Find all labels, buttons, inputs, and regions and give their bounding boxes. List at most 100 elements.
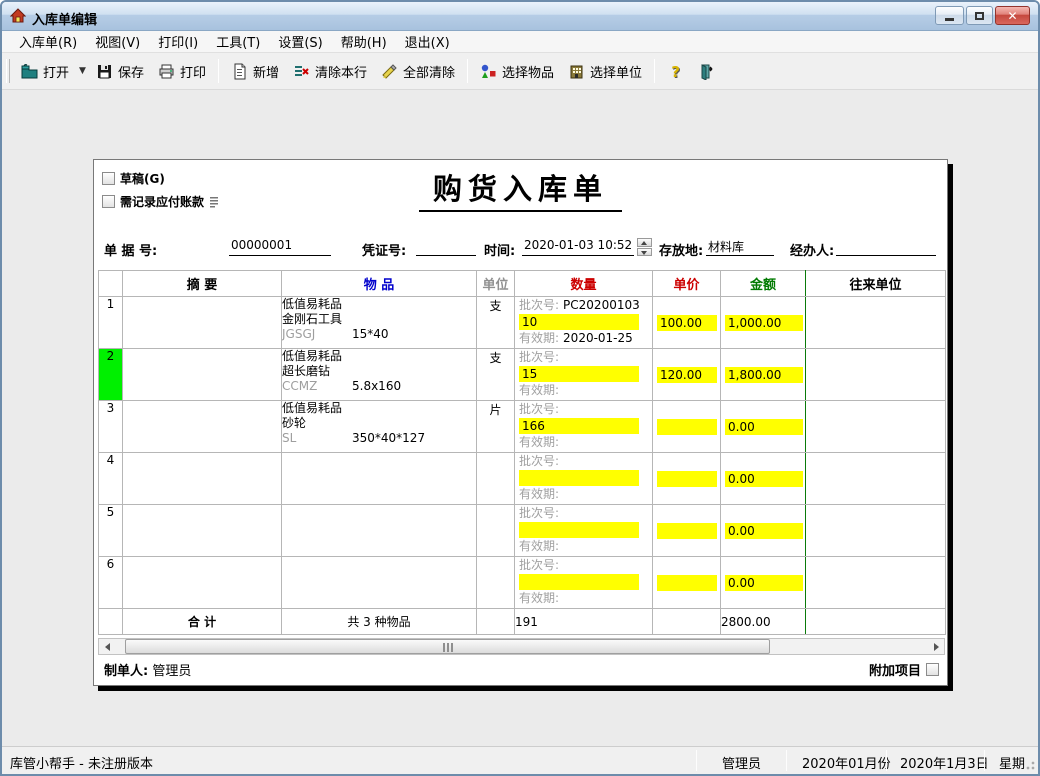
- vendor-cell[interactable]: [806, 453, 946, 505]
- print-button[interactable]: 打印: [151, 57, 213, 86]
- horizontal-scrollbar[interactable]: [98, 638, 945, 655]
- select-item-icon: [480, 63, 497, 80]
- new-button[interactable]: 新增: [224, 57, 286, 86]
- item-cell[interactable]: 低值易耗品 超长磨钻 CCMZ5.8x160: [282, 349, 477, 401]
- scroll-right-icon[interactable]: [928, 639, 944, 654]
- item-code: SL: [282, 431, 352, 446]
- qty-input[interactable]: 15: [519, 366, 639, 382]
- amount-input[interactable]: 1,800.00: [725, 367, 803, 383]
- unit-cell[interactable]: 支: [477, 297, 515, 349]
- batch-value: [559, 402, 563, 416]
- row-number[interactable]: 5: [99, 505, 123, 557]
- price-input[interactable]: [657, 575, 717, 591]
- spinner-down-icon[interactable]: [637, 248, 652, 257]
- row-number[interactable]: 3: [99, 401, 123, 453]
- price-input[interactable]: [657, 471, 717, 487]
- row-number[interactable]: 6: [99, 557, 123, 609]
- vendor-cell[interactable]: [806, 297, 946, 349]
- menu-rukudan[interactable]: 入库单(R): [10, 29, 86, 54]
- summary-cell[interactable]: [123, 401, 282, 453]
- totals-row: 合 计 共 3 种物品 191 2800.00: [99, 609, 946, 635]
- item-cell[interactable]: 低值易耗品 砂轮 SL350*40*127: [282, 401, 477, 453]
- location-field[interactable]: 材料库: [706, 238, 774, 256]
- time-spinner[interactable]: [637, 238, 652, 256]
- spinner-up-icon[interactable]: [637, 238, 652, 247]
- qty-input[interactable]: [519, 574, 639, 590]
- toolbar-grip[interactable]: [6, 59, 10, 83]
- new-label: 新增: [253, 62, 279, 81]
- open-button[interactable]: 打开: [14, 57, 76, 86]
- summary-cell[interactable]: [123, 557, 282, 609]
- scrollbar-thumb[interactable]: [125, 639, 770, 654]
- amount-input[interactable]: 1,000.00: [725, 315, 803, 331]
- summary-cell[interactable]: [123, 505, 282, 557]
- qty-cell: 批次号:PC20200103 10 有效期:2020-01-25: [515, 297, 653, 349]
- vendor-cell[interactable]: [806, 557, 946, 609]
- resize-grip[interactable]: [1024, 760, 1036, 772]
- unit-cell[interactable]: [477, 453, 515, 505]
- menu-tools[interactable]: 工具(T): [207, 29, 269, 54]
- row-number-selected[interactable]: 2: [99, 349, 123, 401]
- open-dropdown-arrow[interactable]: ▼: [76, 62, 89, 80]
- vendor-cell[interactable]: [806, 505, 946, 557]
- row-number[interactable]: 1: [99, 297, 123, 349]
- item-cell[interactable]: [282, 557, 477, 609]
- vendor-cell[interactable]: [806, 349, 946, 401]
- exit-button[interactable]: [691, 58, 722, 85]
- menu-view[interactable]: 视图(V): [86, 29, 149, 54]
- menu-print[interactable]: 打印(I): [149, 29, 207, 54]
- time-field[interactable]: 2020-01-03 10:52: [522, 238, 634, 256]
- amount-input[interactable]: 0.00: [725, 575, 803, 591]
- price-input[interactable]: 100.00: [657, 315, 717, 331]
- clear-row-button[interactable]: 清除本行: [286, 57, 374, 86]
- menu-help[interactable]: 帮助(H): [332, 29, 396, 54]
- minimize-button[interactable]: [935, 6, 964, 25]
- amount-input[interactable]: 0.00: [725, 419, 803, 435]
- voucher-field[interactable]: [416, 238, 476, 256]
- qty-input[interactable]: [519, 470, 639, 486]
- help-button[interactable]: ?: [660, 58, 691, 85]
- qty-input[interactable]: 166: [519, 418, 639, 434]
- select-unit-button[interactable]: 选择单位: [561, 57, 649, 86]
- close-button[interactable]: ✕: [995, 6, 1030, 25]
- help-icon: ?: [667, 63, 684, 80]
- extra-items-checkbox[interactable]: [926, 663, 939, 676]
- amount-input[interactable]: 0.00: [725, 523, 803, 539]
- doc-no-field[interactable]: 00000001: [229, 238, 331, 256]
- amount-input[interactable]: 0.00: [725, 471, 803, 487]
- unit-cell[interactable]: 支: [477, 349, 515, 401]
- unit-cell[interactable]: [477, 557, 515, 609]
- scroll-left-icon[interactable]: [99, 639, 115, 654]
- menu-exit[interactable]: 退出(X): [396, 29, 459, 54]
- item-cell[interactable]: [282, 505, 477, 557]
- price-input[interactable]: 120.00: [657, 367, 717, 383]
- toolbar-separator: [654, 59, 655, 83]
- qty-input[interactable]: [519, 522, 639, 538]
- summary-cell[interactable]: [123, 453, 282, 505]
- summary-cell[interactable]: [123, 349, 282, 401]
- price-input[interactable]: [657, 419, 717, 435]
- qty-input[interactable]: 10: [519, 314, 639, 330]
- scrollbar-track[interactable]: [115, 639, 928, 654]
- header-amount: 金额: [721, 271, 806, 297]
- vendor-cell[interactable]: [806, 401, 946, 453]
- maker-row: 制单人: 管理员: [104, 660, 191, 679]
- unit-cell[interactable]: [477, 505, 515, 557]
- menu-bar: 入库单(R) 视图(V) 打印(I) 工具(T) 设置(S) 帮助(H) 退出(…: [2, 31, 1038, 53]
- unit-cell[interactable]: 片: [477, 401, 515, 453]
- handler-field[interactable]: [836, 238, 936, 256]
- clear-all-button[interactable]: 全部清除: [374, 57, 462, 86]
- save-button[interactable]: 保存: [89, 57, 151, 86]
- batch-label: 批次号:: [519, 506, 559, 520]
- menu-settings[interactable]: 设置(S): [269, 29, 331, 54]
- save-label: 保存: [118, 62, 144, 81]
- item-cell[interactable]: 低值易耗品 金刚石工具 JGSGJ15*40: [282, 297, 477, 349]
- price-input[interactable]: [657, 523, 717, 539]
- select-item-button[interactable]: 选择物品: [473, 57, 561, 86]
- row-number[interactable]: 4: [99, 453, 123, 505]
- select-unit-label: 选择单位: [590, 62, 642, 81]
- restore-button[interactable]: [966, 6, 993, 25]
- summary-cell[interactable]: [123, 297, 282, 349]
- save-floppy-icon: [96, 63, 113, 80]
- item-cell[interactable]: [282, 453, 477, 505]
